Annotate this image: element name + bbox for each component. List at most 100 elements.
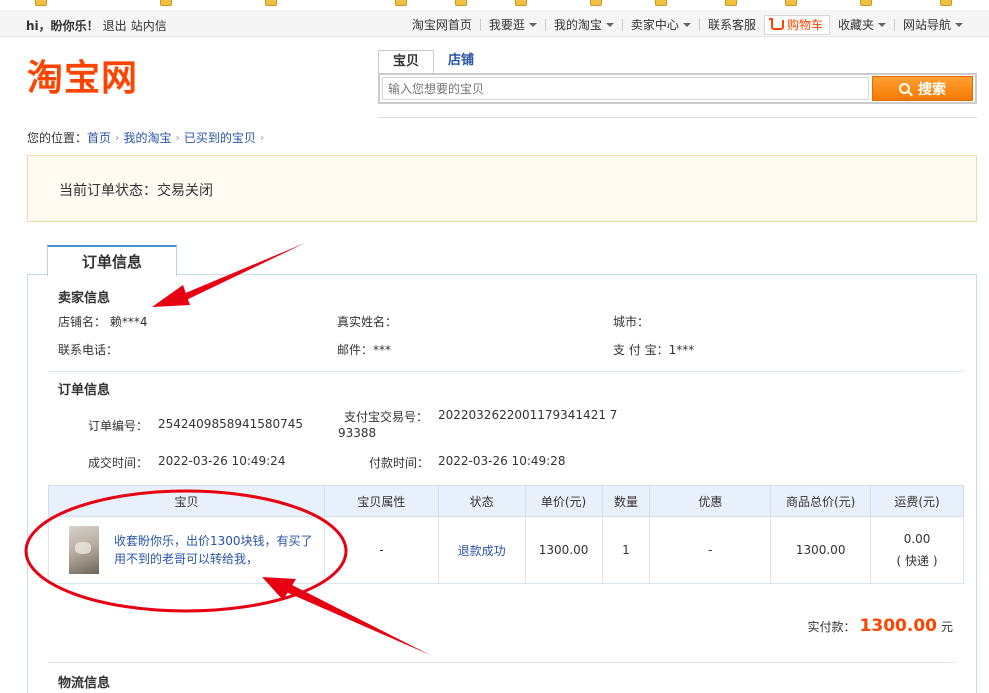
shipping-fee: 0.00 xyxy=(903,531,931,546)
order-number-label: 订单编号： xyxy=(88,419,149,433)
bookmark-folder-icon[interactable] xyxy=(785,0,797,6)
nav-favorites[interactable]: 收藏夹 xyxy=(830,17,894,33)
chevron-right-icon: › xyxy=(259,131,265,144)
bookmark-folder-icon[interactable] xyxy=(590,0,602,6)
chevron-down-icon xyxy=(955,23,963,27)
chevron-down-icon xyxy=(528,23,537,27)
taobao-logo[interactable]: 淘宝网 xyxy=(27,57,138,101)
item-quantity: 1 xyxy=(601,516,651,584)
pay-time-label: 付款时间： xyxy=(369,456,430,470)
tab-items[interactable]: 宝贝 xyxy=(378,50,435,74)
bookmark-folder-icon[interactable] xyxy=(265,0,277,6)
chevron-down-icon xyxy=(877,23,886,27)
real-name-label: 真实姓名： xyxy=(337,315,398,329)
chevron-right-icon: › xyxy=(115,131,120,144)
messages-link[interactable]: 站内信 xyxy=(131,19,167,33)
nav-customer-service-label: 联系客服 xyxy=(707,18,756,32)
cart-icon xyxy=(768,18,784,30)
col-unit-price: 单价(元) xyxy=(524,485,603,517)
alipay-tx-label: 支付宝交易号： xyxy=(344,410,429,424)
search-button[interactable]: 搜索 xyxy=(872,76,973,101)
alipay-row: 支 付 宝：1*** xyxy=(613,341,694,358)
greeting[interactable]: hi，盼你乐！ xyxy=(26,19,99,33)
item-shipping: 0.00 ( 快递 ) xyxy=(870,516,964,584)
nav-site-map[interactable]: 网站导航 xyxy=(895,17,971,33)
refund-status-link[interactable]: 退款成功 xyxy=(458,544,506,558)
bookmark-folder-icon[interactable] xyxy=(725,0,737,6)
nav-home[interactable]: 淘宝网首页 xyxy=(404,17,480,33)
email-value: *** xyxy=(373,343,392,357)
item-total: 1300.00 xyxy=(770,516,872,584)
item-unit-price: 1300.00 xyxy=(524,516,603,584)
nav-customer-service[interactable]: 联系客服 xyxy=(700,17,764,33)
login-info: hi，盼你乐！ 退出 站内信 xyxy=(26,17,167,34)
breadcrumb-bought-items[interactable]: 已买到的宝贝 xyxy=(184,129,256,146)
col-item: 宝贝 xyxy=(48,485,325,517)
shop-name-label: 店铺名： xyxy=(58,315,107,329)
item-thumbnail[interactable] xyxy=(69,526,99,574)
order-status-box: 当前订单状态：交易关闭 xyxy=(27,155,977,222)
logout-link[interactable]: 退出 xyxy=(103,19,127,33)
col-discount: 优惠 xyxy=(649,485,772,517)
paid-unit: 元 xyxy=(940,620,953,634)
breadcrumb-my-taobao[interactable]: 我的淘宝 xyxy=(123,129,171,146)
order-info-title: 订单信息 xyxy=(58,383,111,398)
search-bar: 搜索 xyxy=(378,73,977,104)
bookmark-folder-icon[interactable] xyxy=(455,0,467,6)
city-label: 城市： xyxy=(613,315,650,329)
search-button-label: 搜索 xyxy=(918,81,946,98)
nav-cart[interactable]: 购物车 xyxy=(763,15,830,35)
phone-label: 联系电话： xyxy=(58,343,119,357)
item-cell: 收套盼你乐，出价1300块钱，有买了用不到的老哥可以转给我， xyxy=(48,516,325,584)
alipay-value: 1*** xyxy=(668,343,695,357)
deal-time-value: 2022-03-26 10:49:24 xyxy=(158,454,286,468)
bookmark-folder-icon[interactable] xyxy=(395,0,407,6)
breadcrumb-home[interactable]: 首页 xyxy=(87,129,111,146)
item-status-cell: 退款成功 xyxy=(437,516,526,584)
divider xyxy=(48,662,956,663)
col-total: 商品总价(元) xyxy=(770,485,872,517)
divider xyxy=(48,371,964,372)
bookmark-folder-icon[interactable] xyxy=(515,0,527,6)
bookmark-folder-icon[interactable] xyxy=(860,0,872,6)
seller-info-title: 卖家信息 xyxy=(58,291,111,306)
item-wrap: 收套盼你乐，出价1300块钱，有买了用不到的老哥可以转给我， xyxy=(69,526,314,574)
logistics-info-title: 物流信息 xyxy=(58,676,111,691)
order-items-table: 宝贝 宝贝属性 状态 单价(元) 数量 优惠 商品总价(元) 运费(元) 收套盼… xyxy=(48,485,964,584)
tab-shops[interactable]: 店铺 xyxy=(434,50,488,74)
item-discount: - xyxy=(649,516,772,584)
paid-amount-row: 实付款： 1300.00 元 xyxy=(808,616,953,636)
nav-browse[interactable]: 我要逛 xyxy=(481,17,545,33)
col-attribute: 宝贝属性 xyxy=(324,485,439,517)
item-title-link[interactable]: 收套盼你乐，出价1300块钱，有买了用不到的老哥可以转给我， xyxy=(114,532,314,568)
search-input[interactable] xyxy=(382,77,869,100)
alipay-label: 支 付 宝： xyxy=(613,343,669,357)
bookmark-folder-icon[interactable] xyxy=(655,0,667,6)
bookmark-folder-icon[interactable] xyxy=(35,0,47,6)
shipping-method: ( 快递 ) xyxy=(896,553,938,568)
nav-my-taobao[interactable]: 我的淘宝 xyxy=(546,17,622,33)
search-icon xyxy=(899,83,910,94)
col-shipping: 运费(元) xyxy=(870,485,964,517)
paid-label: 实付款： xyxy=(807,620,856,634)
chevron-down-icon xyxy=(682,23,691,27)
chevron-right-icon: › xyxy=(175,131,180,144)
breadcrumb-prefix: 您的位置： xyxy=(27,131,88,145)
bookmark-folder-icon[interactable] xyxy=(940,0,952,6)
nav-seller-center[interactable]: 卖家中心 xyxy=(623,17,699,33)
col-quantity: 数量 xyxy=(601,485,651,517)
tab-order-info[interactable]: 订单信息 xyxy=(47,245,177,276)
bookmark-folder-icon[interactable] xyxy=(160,0,172,6)
search-tabs: 宝贝 店铺 xyxy=(378,50,488,74)
table-header-row: 宝贝 宝贝属性 状态 单价(元) 数量 优惠 商品总价(元) 运费(元) xyxy=(48,485,964,517)
table-row: 收套盼你乐，出价1300块钱，有买了用不到的老哥可以转给我， - 退款成功 13… xyxy=(48,516,964,584)
nav-home-label: 淘宝网首页 xyxy=(411,18,472,32)
nav-favorites-label: 收藏夹 xyxy=(837,18,874,32)
nav-cart-label: 购物车 xyxy=(786,18,823,32)
email-row: 邮件：*** xyxy=(337,341,391,358)
alipay-tx-value: 2022032622001179341421 7 xyxy=(438,408,617,422)
nav-browse-label: 我要逛 xyxy=(488,18,525,32)
divider xyxy=(378,117,977,118)
bookmarks-bar xyxy=(0,0,989,10)
pay-time-value: 2022-03-26 10:49:28 xyxy=(438,454,566,468)
